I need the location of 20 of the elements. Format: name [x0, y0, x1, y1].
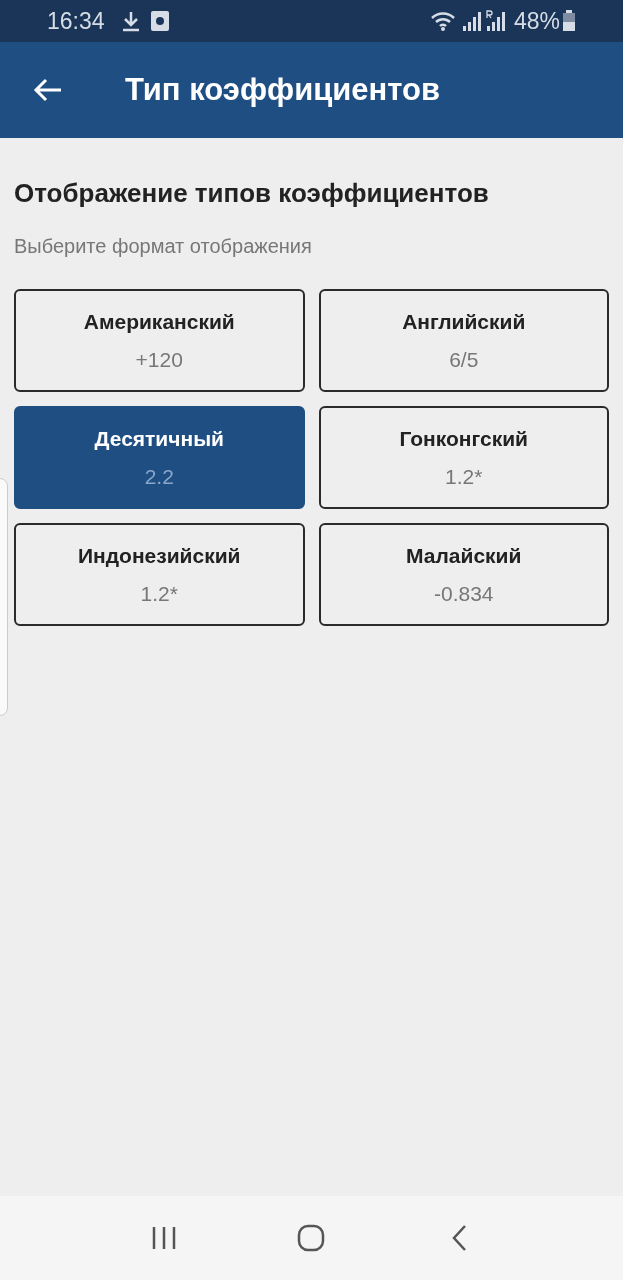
odds-format-option[interactable]: Малайский -0.834 [318, 523, 609, 626]
odds-format-option[interactable]: Индонезийский 1.2* [14, 523, 305, 626]
roaming-signal-icon [485, 10, 506, 32]
back-chevron-icon [451, 1224, 468, 1252]
back-arrow-icon [33, 78, 63, 102]
signal-icon [461, 10, 482, 32]
battery-percentage: 48% [513, 6, 560, 36]
clock-card-icon [150, 11, 169, 31]
screen-title: Тип коэффициентов [125, 70, 441, 109]
section-subtitle: Выберите формат отображения [14, 234, 313, 259]
section-heading: Отображение типов коэффициентов [14, 177, 490, 210]
home-icon [297, 1224, 326, 1252]
odds-format-option[interactable]: Американский +120 [14, 289, 305, 392]
odds-format-option[interactable]: Английский 6/5 [318, 289, 609, 392]
odds-format-option[interactable]: Десятичный 2.2 [14, 406, 305, 509]
recent-apps-icon [150, 1226, 177, 1250]
battery-icon [562, 10, 576, 32]
download-icon [120, 10, 141, 32]
odds-format-option[interactable]: Гонконгский 1.2* [318, 406, 609, 509]
status-time: 16:34 [47, 6, 105, 36]
